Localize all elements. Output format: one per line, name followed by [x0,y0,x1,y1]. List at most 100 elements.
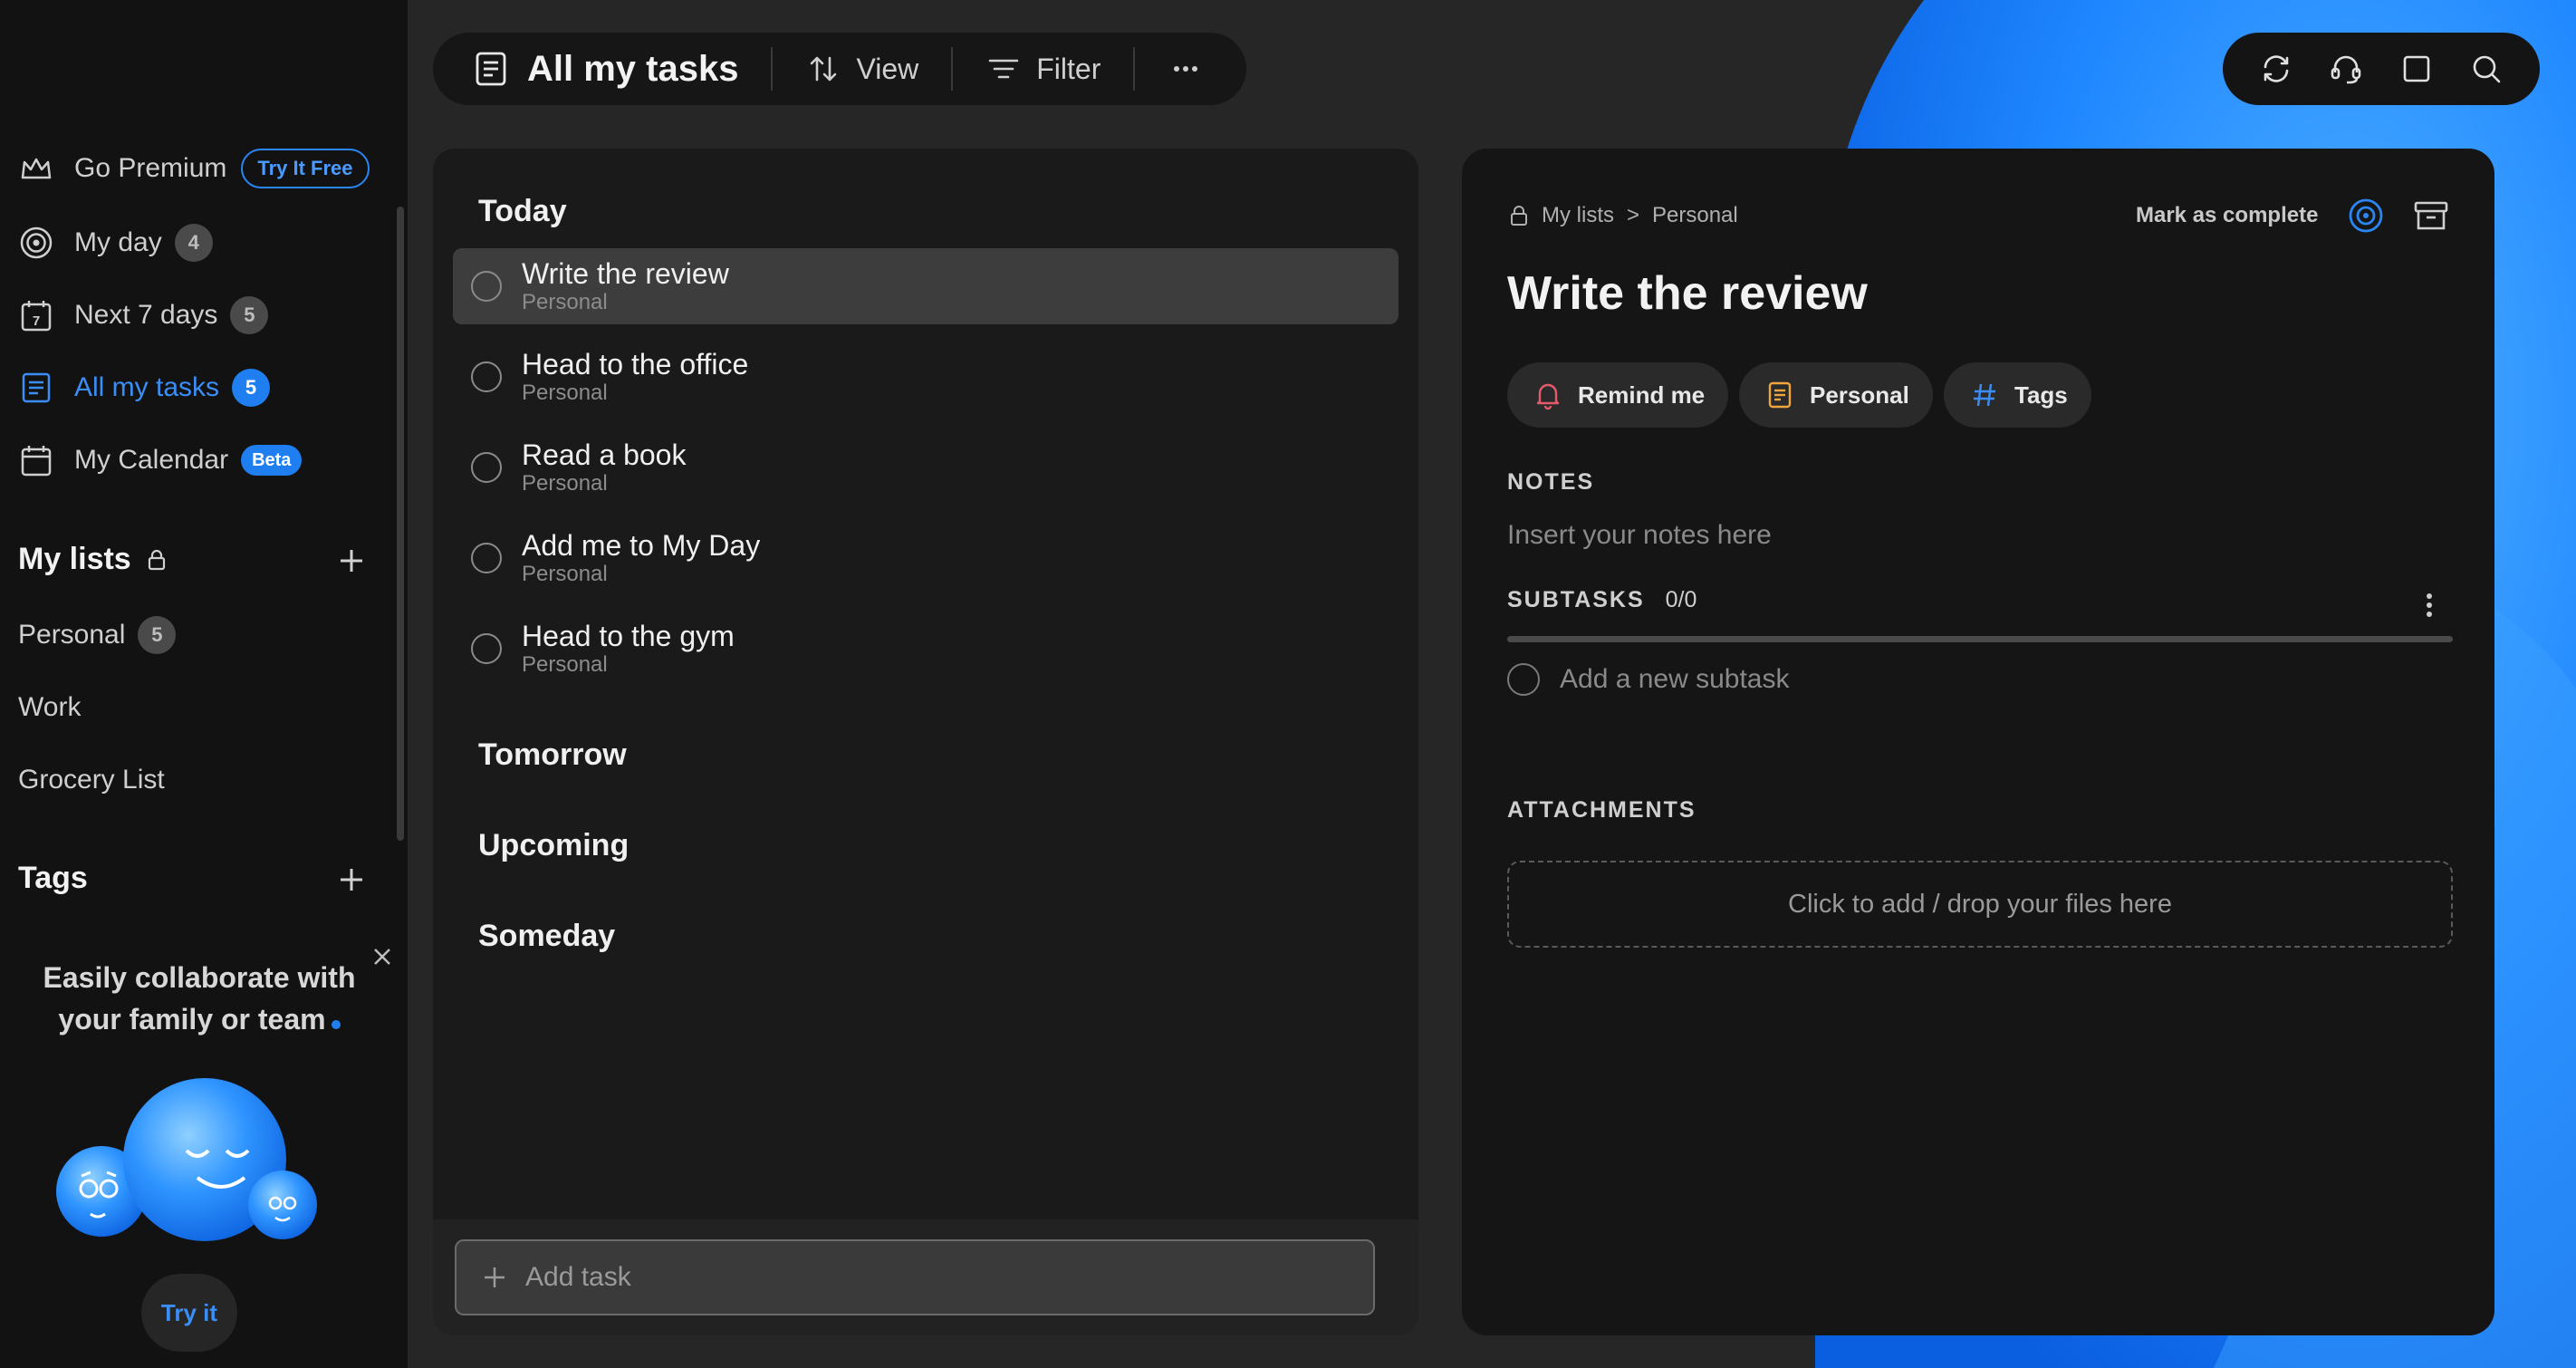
top-toolbar: All my tasks View Filter [433,33,1246,105]
task-checkbox[interactable] [471,633,502,664]
tags-chip[interactable]: Tags [1944,362,2091,428]
sidebar-scrollbar[interactable] [397,207,404,841]
task-checkbox[interactable] [471,271,502,302]
crown-icon [18,150,54,187]
sidebar-list-personal[interactable]: Personal 5 [18,612,177,658]
sidebar-item-all-my-tasks[interactable]: All my tasks 5 [18,361,271,415]
count-badge: 4 [174,224,213,262]
tags-title: Tags [18,861,88,895]
section-today[interactable]: Today [478,194,567,229]
beta-badge: Beta [241,445,303,476]
task-checkbox[interactable] [471,543,502,573]
task-item[interactable]: Write the review Personal [453,248,1399,324]
count-badge: 5 [138,616,177,654]
section-tomorrow[interactable]: Tomorrow [478,737,627,773]
breadcrumb-my-lists[interactable]: My lists [1542,203,1614,228]
bubble-faces-illustration [54,1069,326,1273]
view-label: View [856,52,919,85]
calendar-7-icon: 7 [18,297,54,333]
task-title: Head to the gym [522,620,735,652]
breadcrumb-personal[interactable]: Personal [1652,203,1738,228]
task-checkbox[interactable] [471,361,502,392]
list-doc-icon [18,370,54,406]
add-task-input[interactable]: Add task [455,1239,1375,1315]
task-title[interactable]: Write the review [1507,266,1868,321]
task-text: Write the review Personal [522,257,729,315]
kebab-menu-icon[interactable] [2420,589,2438,621]
plus-icon [480,1263,509,1292]
filter-icon [985,51,1022,87]
sidebar-item-label: My day [74,227,162,257]
sidebar: Go Premium Try It Free My day 4 7 Next 7… [0,0,408,1368]
promo-text: Easily collaborate with your family or t… [18,957,380,1040]
more-options-button[interactable] [1168,51,1204,87]
list-chip[interactable]: Personal [1739,362,1933,428]
add-subtask-placeholder: Add a new subtask [1560,664,1790,694]
lock-icon [1507,204,1531,227]
task-list-name: Personal [522,290,608,314]
filter-button[interactable]: Filter [985,51,1101,87]
promo-line-1: Easily collaborate with [43,961,356,994]
task-title: Read a book [522,438,687,471]
promo-line-2-wrap: your family or team [18,998,380,1040]
sidebar-item-label: All my tasks [74,372,220,402]
task-item[interactable]: Head to the office Personal [453,339,1399,415]
sidebar-item-label: Next 7 days [74,300,218,330]
tags-heading[interactable]: Tags [18,861,88,896]
attachments-dropzone[interactable]: Click to add / drop your files here [1507,861,2453,948]
add-subtask-input[interactable]: Add a new subtask [1507,663,1790,696]
svg-text:7: 7 [33,313,40,329]
task-item[interactable]: Read a book Personal [453,429,1399,506]
my-lists-heading[interactable]: My lists [18,542,169,577]
list-label: Work [18,692,82,722]
notes-input[interactable]: Insert your notes here [1507,520,1772,551]
page-title: All my tasks [471,49,738,90]
task-checkbox[interactable] [471,452,502,483]
sync-icon[interactable] [2258,51,2294,87]
headset-icon[interactable] [2328,51,2364,87]
breadcrumb-separator: > [1627,203,1640,227]
archive-icon[interactable] [2411,196,2451,236]
sidebar-list-grocery[interactable]: Grocery List [18,757,165,803]
task-item[interactable]: Head to the gym Personal [453,611,1399,687]
go-premium-item[interactable]: Go Premium Try It Free [18,141,370,196]
view-button[interactable]: View [805,51,918,87]
sidebar-item-my-calendar[interactable]: My Calendar Beta [18,433,303,487]
search-icon[interactable] [2468,51,2504,87]
hashtag-icon [1969,380,2000,410]
sidebar-item-next-7-days[interactable]: 7 Next 7 days 5 [18,288,269,342]
add-tag-button[interactable] [335,863,368,896]
mark-complete-button[interactable]: Mark as complete [2136,203,2318,228]
target-icon[interactable] [2346,196,2386,236]
attachments-label: ATTACHMENTS [1507,797,1697,823]
sidebar-item-my-day[interactable]: My day 4 [18,216,213,270]
sort-arrows-icon [805,51,841,87]
task-list-panel: Today Write the review Personal Head to … [433,149,1418,1335]
filter-label: Filter [1036,52,1101,85]
try-it-button[interactable]: Try it [141,1274,237,1352]
section-someday[interactable]: Someday [478,919,615,954]
sidebar-list-work[interactable]: Work [18,685,81,730]
subtasks-label: SUBTASKS 0/0 [1507,587,1697,613]
list-chip-label: Personal [1810,381,1909,409]
lock-icon [144,547,169,573]
add-list-button[interactable] [335,544,368,577]
try-it-free-badge[interactable]: Try It Free [241,149,370,188]
page-title-text: All my tasks [527,48,739,89]
calendar-icon [18,442,54,478]
task-text: Read a book Personal [522,438,686,496]
list-doc-icon [471,49,511,89]
breadcrumb: My lists > Personal [1507,203,1738,228]
divider [1133,47,1136,91]
bell-icon [1533,380,1563,410]
task-detail-panel: My lists > Personal Mark as complete Wri… [1462,149,2494,1335]
list-label: Grocery List [18,765,165,795]
maximize-icon[interactable] [2398,51,2435,87]
task-text: Head to the gym Personal [522,620,735,678]
section-upcoming[interactable]: Upcoming [478,828,629,863]
tags-chip-label: Tags [2014,381,2068,409]
remind-me-chip[interactable]: Remind me [1507,362,1729,428]
task-item[interactable]: Add me to My Day Personal [453,520,1399,596]
subtask-checkbox [1507,663,1540,696]
accent-dot [331,1020,341,1029]
